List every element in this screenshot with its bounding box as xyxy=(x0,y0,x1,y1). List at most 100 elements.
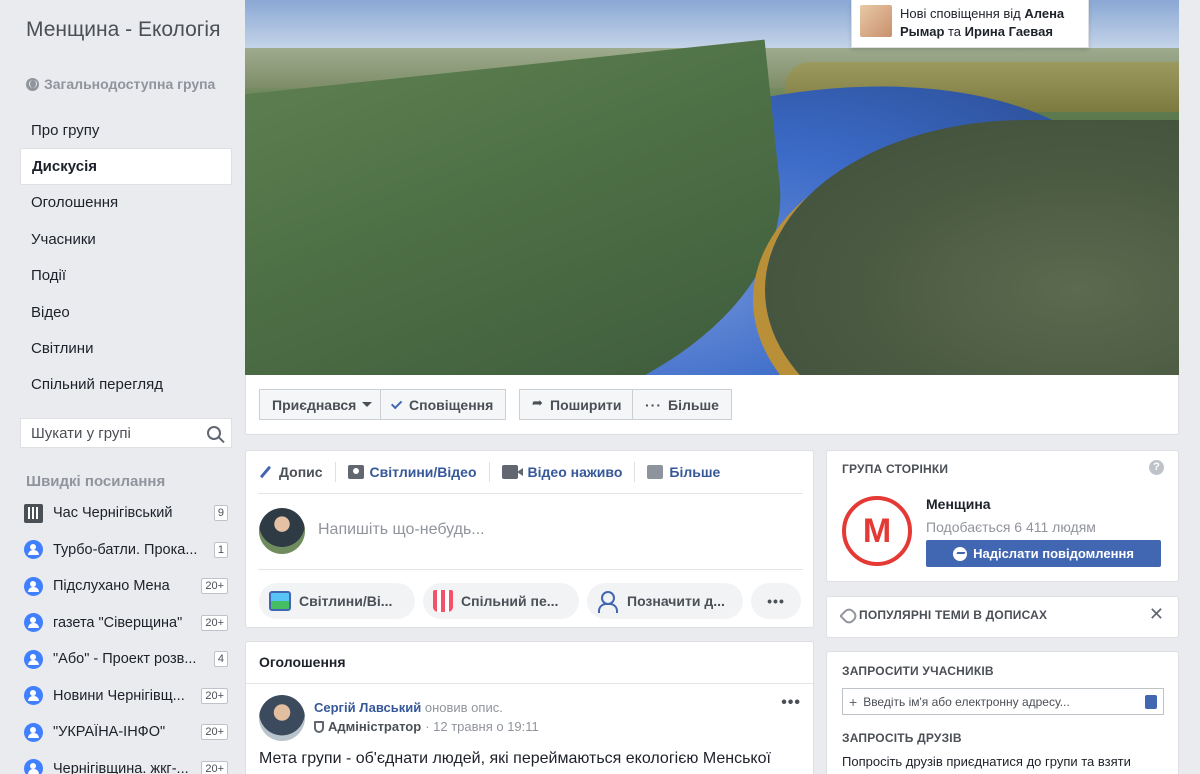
close-icon[interactable]: ✕ xyxy=(1149,604,1164,625)
nav-item-photos[interactable]: Світлини xyxy=(20,330,232,366)
nav-item-videos[interactable]: Відео xyxy=(20,294,232,330)
privacy-label: Загальнодоступна група xyxy=(44,76,216,92)
group-page-card: ГРУПА СТОРІНКИ ? М Менщина Подобається 6… xyxy=(826,450,1179,582)
tab-label: Відео наживо xyxy=(527,464,623,480)
tab-post[interactable]: Допис xyxy=(258,462,336,482)
group-title[interactable]: Менщина - Екологія xyxy=(26,17,226,42)
tab-label: Допис xyxy=(279,464,323,480)
group-icon xyxy=(24,722,43,742)
post-options-button[interactable]: ••• xyxy=(781,694,801,712)
quick-link[interactable]: Час Чернігівський 9 xyxy=(24,495,228,532)
tab-live-video[interactable]: Відео наживо xyxy=(501,462,636,482)
notifications-button[interactable]: Сповіщення xyxy=(380,389,507,420)
notification-toast[interactable]: Нові сповіщення від Алена Рымар та Ирина… xyxy=(851,0,1089,48)
group-icon xyxy=(24,540,43,560)
search-icon[interactable] xyxy=(207,426,221,440)
left-sidebar: Менщина - Екологія Загальнодоступна груп… xyxy=(0,0,244,774)
post-action: оновив опис. xyxy=(421,700,503,715)
quick-link[interactable]: "УКРАЇНА-ІНФО" 20+ xyxy=(24,714,228,751)
group-icon xyxy=(24,613,43,633)
page-name-link[interactable]: Менщина xyxy=(926,496,991,512)
post-author-line: Сергій Лавський оновив опис. xyxy=(314,700,503,715)
quick-link[interactable]: газета "Сіверщина" 20+ xyxy=(24,605,228,642)
popcorn-icon xyxy=(433,590,453,612)
quick-link-label: газета "Сіверщина" xyxy=(53,614,183,631)
more-grid-icon xyxy=(647,465,664,479)
quick-link[interactable]: Чернігівщина. жкг-... 20+ xyxy=(24,751,228,774)
invite-members-card: ЗАПРОСИТИ УЧАСНИКІВ + ЗАПРОСІТЬ ДРУЗІВ П… xyxy=(826,651,1179,774)
more-button[interactable]: ··· Більше xyxy=(632,389,732,420)
quick-link[interactable]: Турбо-батли. Прока... 1 xyxy=(24,532,228,569)
more-options-pill[interactable]: ••• xyxy=(751,583,801,619)
plus-icon: + xyxy=(849,693,858,710)
send-message-label: Надіслати повідомлення xyxy=(973,546,1134,561)
share-icon xyxy=(532,395,544,411)
count-badge: 20+ xyxy=(201,687,228,704)
nav-item-discussion[interactable]: Дискусія xyxy=(20,148,232,185)
notifications-label: Сповіщення xyxy=(409,396,494,413)
invite-input[interactable] xyxy=(863,694,1134,709)
pill-label: Спільний пе... xyxy=(461,593,559,609)
post-meta: Адміністратор · 12 травня о 19:11 xyxy=(314,719,539,734)
quick-link-label: Підслухано Мена xyxy=(53,578,170,595)
pencil-icon xyxy=(259,465,272,479)
avatar[interactable] xyxy=(259,508,305,554)
more-dots-icon: ··· xyxy=(645,396,662,413)
tag-icon xyxy=(839,606,859,626)
quick-link-label: Новини Чернігівщ... xyxy=(53,687,185,704)
quick-link[interactable]: Новини Чернігівщ... 20+ xyxy=(24,678,228,715)
help-icon[interactable]: ? xyxy=(1149,460,1164,475)
post-composer: Допис Світлини/Відео Відео наживо Більше… xyxy=(245,450,814,628)
post-timestamp[interactable]: · 12 травня о 19:11 xyxy=(425,719,539,734)
share-button[interactable]: Поширити xyxy=(519,389,635,420)
invite-friends-description: Попросіть друзів приєднатися до групи та… xyxy=(842,754,1131,769)
admin-role: Адміністратор xyxy=(328,719,422,734)
count-badge: 20+ xyxy=(201,614,228,631)
pill-label: Позначити д... xyxy=(627,593,725,609)
group-icon xyxy=(24,759,43,774)
count-badge: 1 xyxy=(213,541,228,558)
pill-label: Світлини/Ві... xyxy=(299,593,393,609)
video-camera-icon xyxy=(501,465,523,479)
popular-topics-card: ПОПУЛЯРНІ ТЕМИ В ДОПИСАХ ✕ xyxy=(826,596,1179,638)
tag-friends-pill[interactable]: Позначити д... xyxy=(587,583,743,619)
author-name-link[interactable]: Сергій Лавський xyxy=(314,700,421,715)
photo-video-pill[interactable]: Світлини/Ві... xyxy=(259,583,415,619)
nav-item-about[interactable]: Про групу xyxy=(20,112,232,148)
globe-icon xyxy=(26,77,39,91)
send-message-button[interactable]: Надіслати повідомлення xyxy=(926,540,1161,567)
nav-item-members[interactable]: Учасники xyxy=(20,221,232,257)
group-icon xyxy=(24,686,43,706)
notification-text: Нові сповіщення від Алена Рымар та Ирина… xyxy=(900,5,1080,41)
nav-item-watch-party[interactable]: Спільний перегляд xyxy=(20,367,232,403)
logo-letter: М xyxy=(862,512,892,550)
nav-item-events[interactable]: Події xyxy=(20,258,232,294)
messenger-icon xyxy=(953,546,968,561)
joined-button[interactable]: Приєднався xyxy=(259,389,386,420)
watch-party-pill[interactable]: Спільний пе... xyxy=(423,583,579,619)
tag-person-icon xyxy=(597,590,619,613)
composer-input[interactable] xyxy=(318,521,778,539)
chevron-down-icon xyxy=(362,402,373,407)
quick-link[interactable]: Підслухано Мена 20+ xyxy=(24,568,228,605)
share-label: Поширити xyxy=(550,396,622,413)
card-heading[interactable]: ПОПУЛЯРНІ ТЕМИ В ДОПИСАХ xyxy=(859,608,1047,622)
invite-field: + xyxy=(842,688,1164,715)
quick-links-title: Швидкі посилання xyxy=(26,473,166,490)
count-badge: 20+ xyxy=(201,578,228,595)
avatar[interactable] xyxy=(259,695,305,741)
photo-icon xyxy=(269,591,291,611)
nav-item-announcements[interactable]: Оголошення xyxy=(20,185,232,221)
avatar xyxy=(860,5,892,37)
cover-photo[interactable] xyxy=(245,0,1179,375)
quick-link[interactable]: "Або" - Проект розв... 4 xyxy=(24,641,228,678)
group-privacy: Загальнодоступна група xyxy=(26,76,215,92)
more-dots-icon: ••• xyxy=(767,593,785,609)
page-logo[interactable]: М xyxy=(842,496,912,566)
group-icon xyxy=(24,649,43,669)
contacts-icon[interactable] xyxy=(1145,694,1157,709)
quick-link-label: Турбо-батли. Прока... xyxy=(53,541,198,558)
tab-more[interactable]: Більше xyxy=(647,462,732,482)
tab-photo-video[interactable]: Світлини/Відео xyxy=(347,462,490,482)
group-search-input[interactable] xyxy=(31,424,201,442)
